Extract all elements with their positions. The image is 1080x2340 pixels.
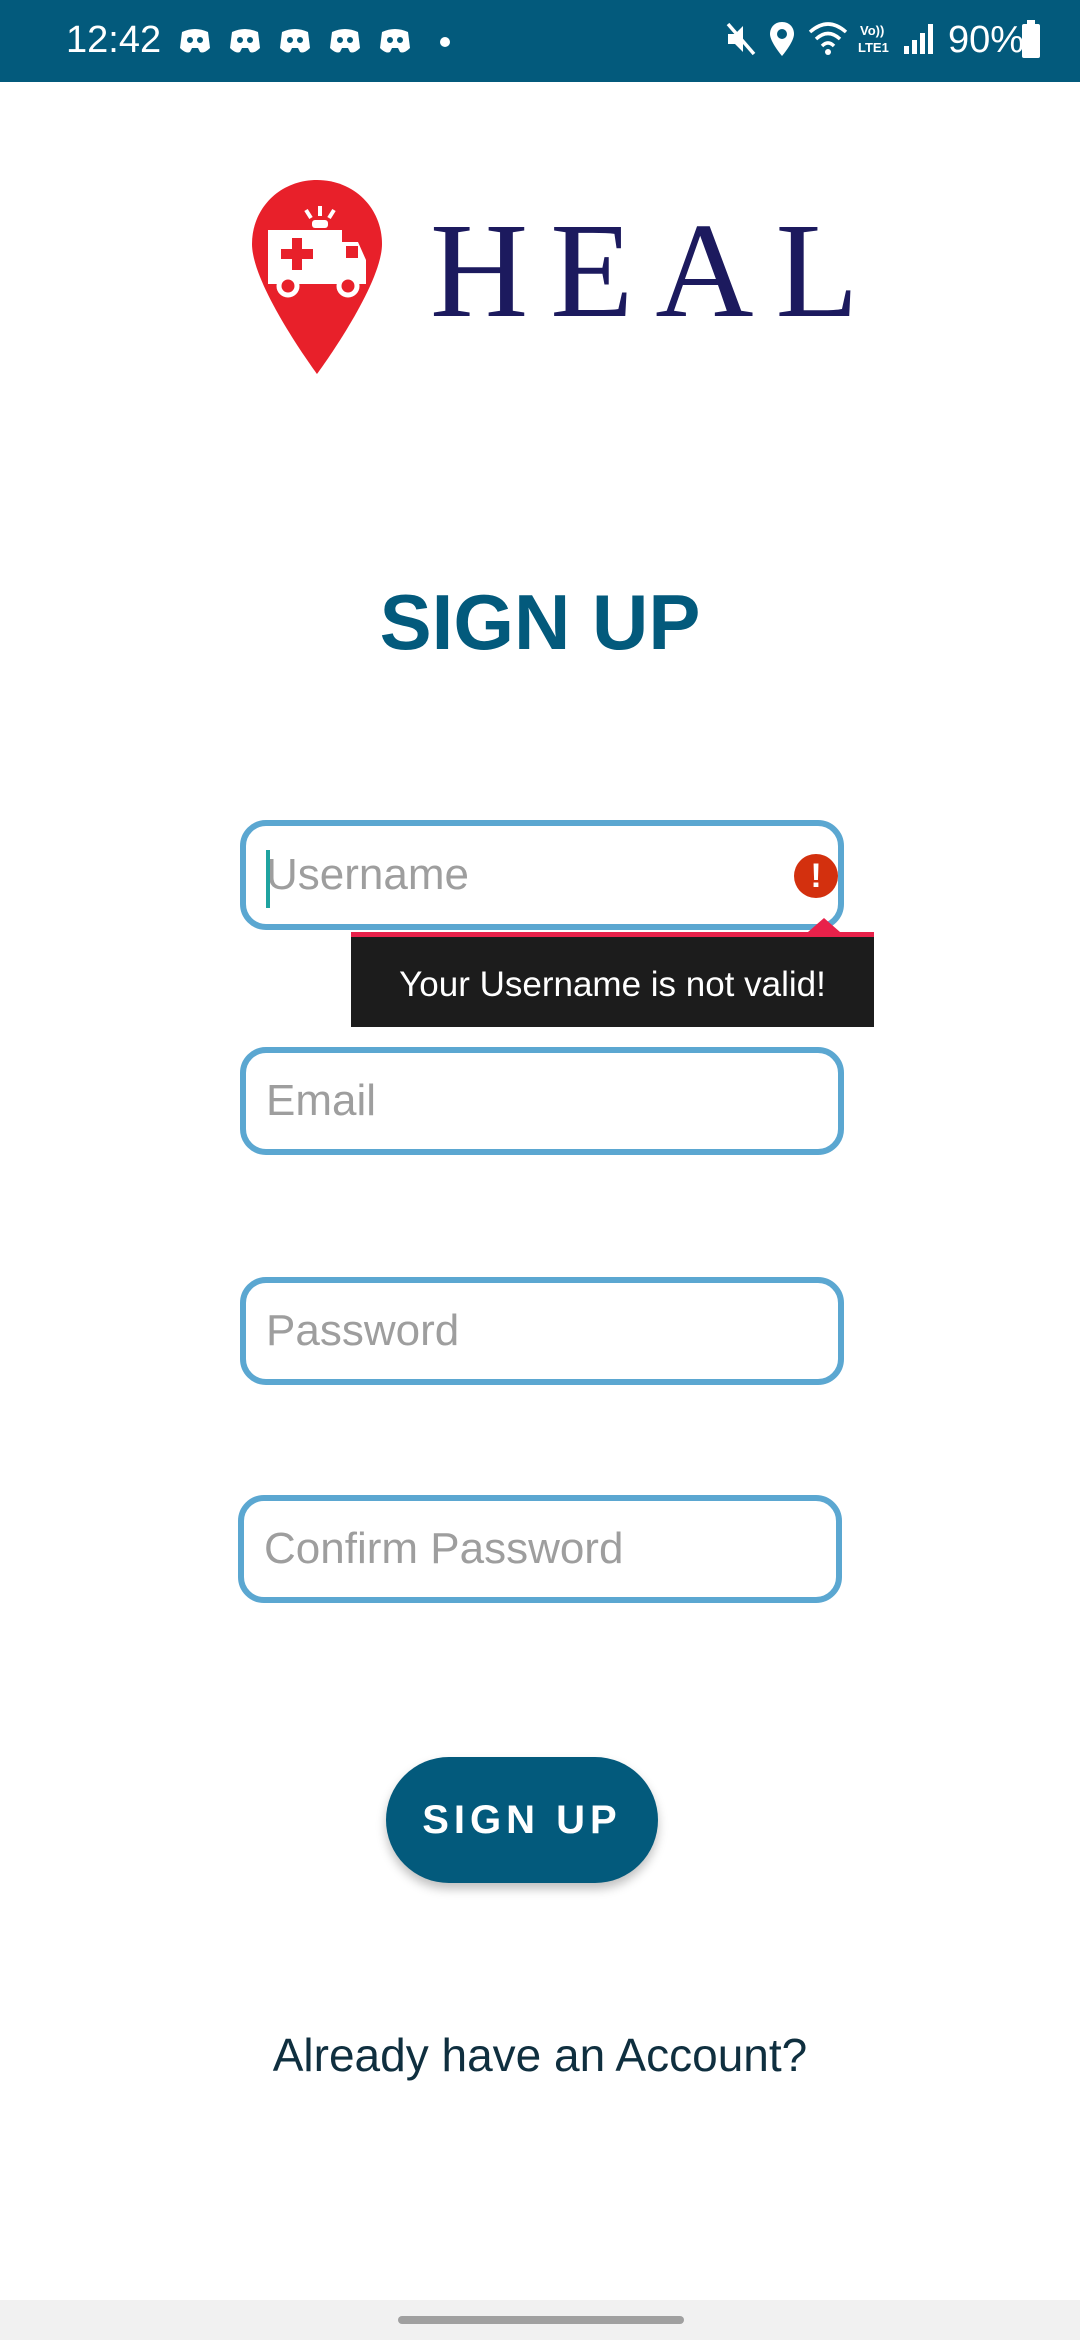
username-error-tooltip: Your Username is not valid! xyxy=(351,937,874,1027)
password-input[interactable] xyxy=(266,1283,758,1379)
tooltip-pointer xyxy=(808,918,840,932)
confirm-password-input[interactable] xyxy=(264,1501,756,1597)
password-field[interactable] xyxy=(240,1277,844,1385)
discord-icon xyxy=(180,29,210,53)
discord-icon xyxy=(230,29,260,53)
status-bar: 12:42 Vo)) LTE1 90% xyxy=(0,0,1080,82)
status-time: 12:42 xyxy=(66,19,162,61)
location-icon xyxy=(770,22,794,56)
discord-icon xyxy=(380,29,410,53)
text-cursor xyxy=(266,850,270,908)
logo-text: HEAL xyxy=(430,196,881,346)
battery-icon xyxy=(1022,20,1040,58)
mute-icon xyxy=(726,22,756,56)
signup-button[interactable]: SIGN UP xyxy=(386,1757,658,1883)
svg-text:LTE1: LTE1 xyxy=(858,40,889,55)
email-field[interactable] xyxy=(240,1047,844,1155)
discord-icon xyxy=(330,29,360,53)
volte-lte-icon: Vo)) LTE1 xyxy=(858,23,889,55)
discord-icon xyxy=(280,29,310,53)
wifi-icon xyxy=(808,22,848,55)
home-gesture-handle[interactable] xyxy=(398,2316,684,2324)
battery-percent: 90% xyxy=(948,19,1025,61)
navigation-bar xyxy=(0,2300,1080,2340)
ambulance-pin-icon xyxy=(252,180,382,374)
page-title: SIGN UP xyxy=(379,578,701,666)
signal-icon xyxy=(904,24,933,54)
username-input[interactable] xyxy=(266,826,758,924)
more-notifications-dot xyxy=(440,37,450,47)
email-input[interactable] xyxy=(266,1053,758,1149)
confirm-password-field[interactable] xyxy=(238,1495,842,1603)
already-have-account-link[interactable]: Already have an Account? xyxy=(0,2020,1080,2090)
error-icon: ! xyxy=(794,854,838,898)
username-field[interactable]: ! xyxy=(240,820,844,930)
status-right-icons: Vo)) LTE1 90% xyxy=(724,16,1044,64)
svg-text:Vo)): Vo)) xyxy=(860,23,884,38)
